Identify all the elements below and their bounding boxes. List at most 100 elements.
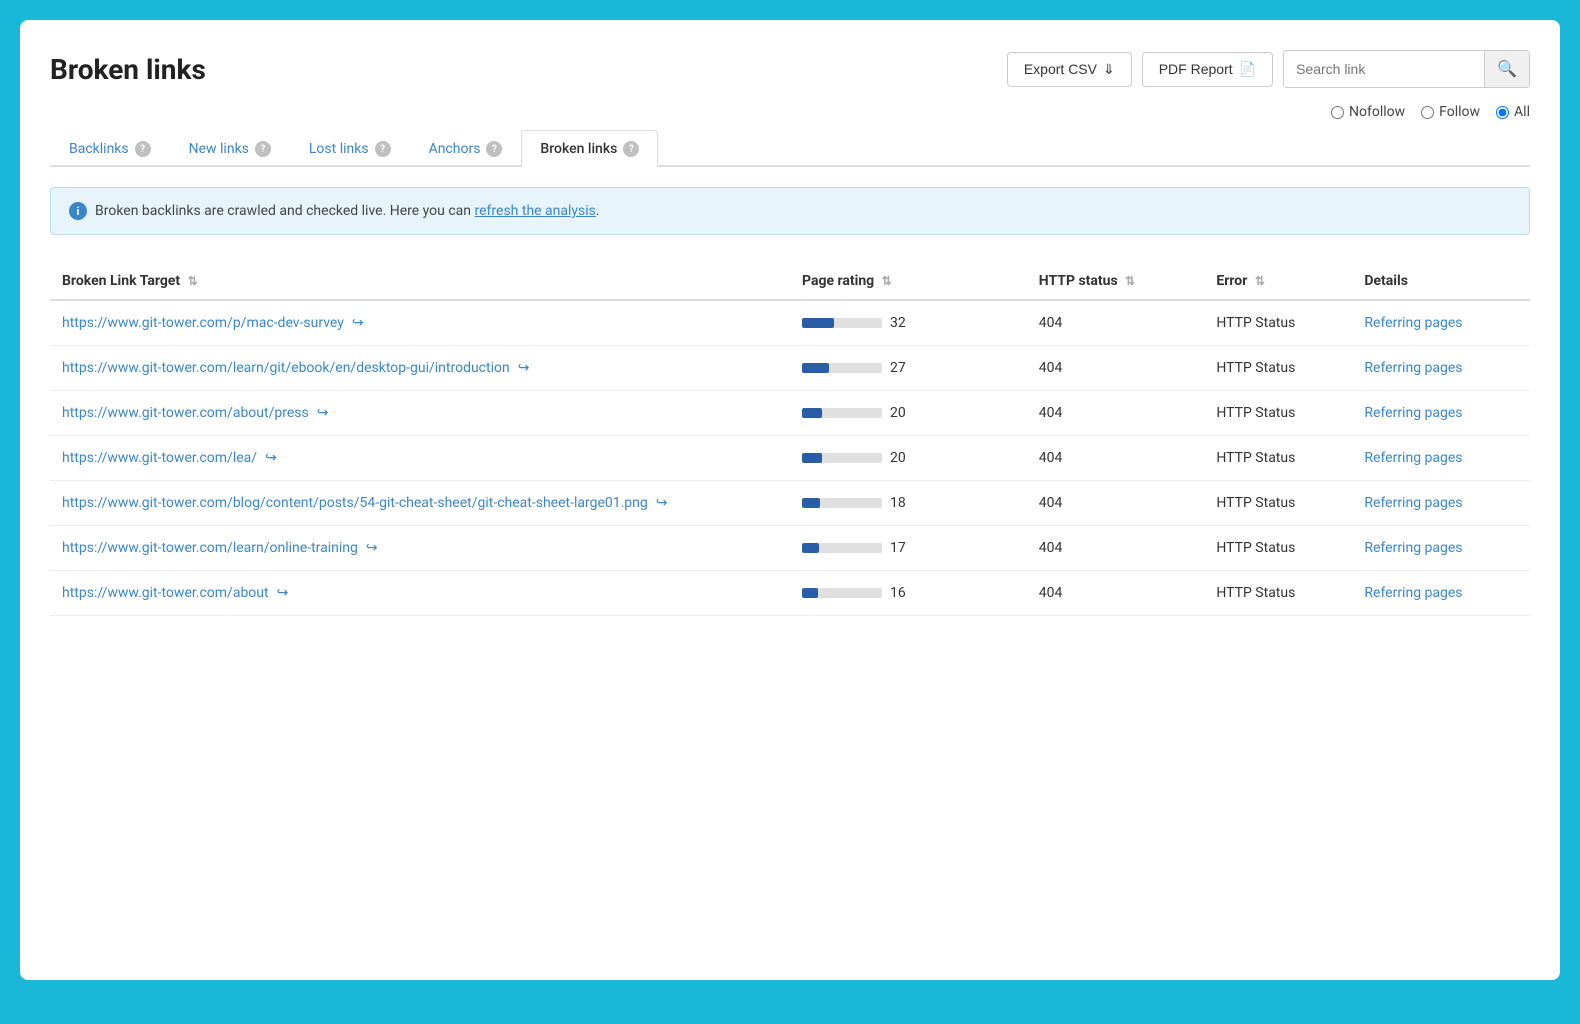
details-link-2[interactable]: Referring pages xyxy=(1364,405,1462,421)
tab-backlinks-label: Backlinks xyxy=(69,141,129,157)
rating-number-0: 32 xyxy=(890,315,914,331)
broken-link-5[interactable]: https://www.git-tower.com/learn/online-t… xyxy=(62,540,358,556)
rating-cell-1: 27 xyxy=(802,360,1015,376)
details-link-4[interactable]: Referring pages xyxy=(1364,495,1462,511)
cell-url-3: https://www.git-tower.com/lea/ ↪ xyxy=(50,436,790,481)
cell-http-1: 404 xyxy=(1027,346,1205,391)
radio-all[interactable]: All xyxy=(1496,104,1530,120)
nofollow-label: Nofollow xyxy=(1349,104,1405,120)
cell-error-4: HTTP Status xyxy=(1204,481,1352,526)
cell-url-2: https://www.git-tower.com/about/press ↪ xyxy=(50,391,790,436)
table-row: https://www.git-tower.com/learn/online-t… xyxy=(50,526,1530,571)
sort-icon-rating: ⇅ xyxy=(882,274,892,288)
tab-lost-links[interactable]: Lost links ? xyxy=(290,130,410,167)
cell-rating-4: 18 xyxy=(790,481,1027,526)
cell-url-6: https://www.git-tower.com/about ↪ xyxy=(50,571,790,616)
tab-backlinks[interactable]: Backlinks ? xyxy=(50,130,170,167)
external-link-icon-6[interactable]: ↪ xyxy=(277,585,289,601)
refresh-link[interactable]: refresh the analysis xyxy=(475,203,596,219)
tabs-container: Backlinks ? New links ? Lost links ? Anc… xyxy=(50,130,1530,167)
rating-number-2: 20 xyxy=(890,405,914,421)
col-rating-label: Page rating xyxy=(802,273,874,289)
tab-anchors[interactable]: Anchors ? xyxy=(410,130,522,167)
cell-error-0: HTTP Status xyxy=(1204,300,1352,346)
col-header-details: Details xyxy=(1352,263,1530,300)
tab-new-links[interactable]: New links ? xyxy=(170,130,290,167)
external-link-icon-4[interactable]: ↪ xyxy=(656,495,668,511)
rating-bar-fill-2 xyxy=(802,408,822,418)
all-label: All xyxy=(1514,104,1530,120)
backlinks-help-icon[interactable]: ? xyxy=(135,141,151,157)
export-csv-button[interactable]: Export CSV ⇓ xyxy=(1007,52,1132,87)
sort-icon-http: ⇅ xyxy=(1125,274,1135,288)
link-cell-4: https://www.git-tower.com/blog/content/p… xyxy=(62,495,778,511)
cell-rating-1: 27 xyxy=(790,346,1027,391)
search-container: 🔍 xyxy=(1283,50,1530,88)
rating-bar-bg-5 xyxy=(802,543,882,553)
external-link-icon-1[interactable]: ↪ xyxy=(518,360,530,376)
main-container: Broken links Export CSV ⇓ PDF Report 📄 🔍… xyxy=(20,20,1560,980)
cell-url-0: https://www.git-tower.com/p/mac-dev-surv… xyxy=(50,300,790,346)
rating-cell-4: 18 xyxy=(802,495,1015,511)
col-header-error[interactable]: Error ⇅ xyxy=(1204,263,1352,300)
cell-details-2: Referring pages xyxy=(1352,391,1530,436)
table-row: https://www.git-tower.com/lea/ ↪ 20 404 … xyxy=(50,436,1530,481)
rating-bar-fill-0 xyxy=(802,318,834,328)
rating-number-1: 27 xyxy=(890,360,914,376)
col-details-label: Details xyxy=(1364,273,1408,289)
col-header-http[interactable]: HTTP status ⇅ xyxy=(1027,263,1205,300)
info-icon: i xyxy=(69,202,87,220)
pdf-report-button[interactable]: PDF Report 📄 xyxy=(1142,52,1273,87)
tab-lost-links-label: Lost links xyxy=(309,141,369,157)
cell-http-3: 404 xyxy=(1027,436,1205,481)
filter-radio-group: Nofollow Follow All xyxy=(50,104,1530,120)
cell-url-4: https://www.git-tower.com/blog/content/p… xyxy=(50,481,790,526)
rating-number-6: 16 xyxy=(890,585,914,601)
broken-link-1[interactable]: https://www.git-tower.com/learn/git/eboo… xyxy=(62,360,510,376)
pdf-report-label: PDF Report xyxy=(1159,61,1233,77)
tab-broken-links-label: Broken links xyxy=(540,141,617,157)
external-link-icon-2[interactable]: ↪ xyxy=(317,405,329,421)
broken-link-6[interactable]: https://www.git-tower.com/about xyxy=(62,585,269,601)
search-input[interactable] xyxy=(1284,53,1484,85)
table-header: Broken Link Target ⇅ Page rating ⇅ HTTP … xyxy=(50,263,1530,300)
new-links-help-icon[interactable]: ? xyxy=(255,141,271,157)
radio-follow[interactable]: Follow xyxy=(1421,104,1480,120)
cell-http-5: 404 xyxy=(1027,526,1205,571)
cell-http-4: 404 xyxy=(1027,481,1205,526)
cell-error-3: HTTP Status xyxy=(1204,436,1352,481)
cell-http-2: 404 xyxy=(1027,391,1205,436)
details-link-1[interactable]: Referring pages xyxy=(1364,360,1462,376)
table-row: https://www.git-tower.com/about/press ↪ … xyxy=(50,391,1530,436)
link-cell-6: https://www.git-tower.com/about ↪ xyxy=(62,585,778,601)
tab-new-links-label: New links xyxy=(189,141,249,157)
link-cell-5: https://www.git-tower.com/learn/online-t… xyxy=(62,540,778,556)
col-header-target[interactable]: Broken Link Target ⇅ xyxy=(50,263,790,300)
external-link-icon-5[interactable]: ↪ xyxy=(366,540,378,556)
col-error-label: Error xyxy=(1216,273,1247,289)
details-link-5[interactable]: Referring pages xyxy=(1364,540,1462,556)
link-cell-2: https://www.git-tower.com/about/press ↪ xyxy=(62,405,778,421)
broken-link-2[interactable]: https://www.git-tower.com/about/press xyxy=(62,405,309,421)
rating-bar-fill-6 xyxy=(802,588,818,598)
col-header-rating[interactable]: Page rating ⇅ xyxy=(790,263,1027,300)
anchors-help-icon[interactable]: ? xyxy=(486,141,502,157)
rating-cell-3: 20 xyxy=(802,450,1015,466)
tab-broken-links[interactable]: Broken links ? xyxy=(521,130,658,167)
broken-link-4[interactable]: https://www.git-tower.com/blog/content/p… xyxy=(62,495,648,511)
broken-links-help-icon[interactable]: ? xyxy=(623,141,639,157)
external-link-icon-3[interactable]: ↪ xyxy=(265,450,277,466)
search-button[interactable]: 🔍 xyxy=(1484,51,1529,87)
rating-bar-bg-0 xyxy=(802,318,882,328)
broken-link-0[interactable]: https://www.git-tower.com/p/mac-dev-surv… xyxy=(62,315,344,331)
details-link-0[interactable]: Referring pages xyxy=(1364,315,1462,331)
radio-nofollow[interactable]: Nofollow xyxy=(1331,104,1405,120)
external-link-icon-0[interactable]: ↪ xyxy=(352,315,364,331)
header-controls: Export CSV ⇓ PDF Report 📄 🔍 xyxy=(1007,50,1530,88)
lost-links-help-icon[interactable]: ? xyxy=(375,141,391,157)
details-link-3[interactable]: Referring pages xyxy=(1364,450,1462,466)
rating-bar-fill-3 xyxy=(802,453,822,463)
tab-anchors-label: Anchors xyxy=(429,141,481,157)
details-link-6[interactable]: Referring pages xyxy=(1364,585,1462,601)
broken-link-3[interactable]: https://www.git-tower.com/lea/ xyxy=(62,450,257,466)
